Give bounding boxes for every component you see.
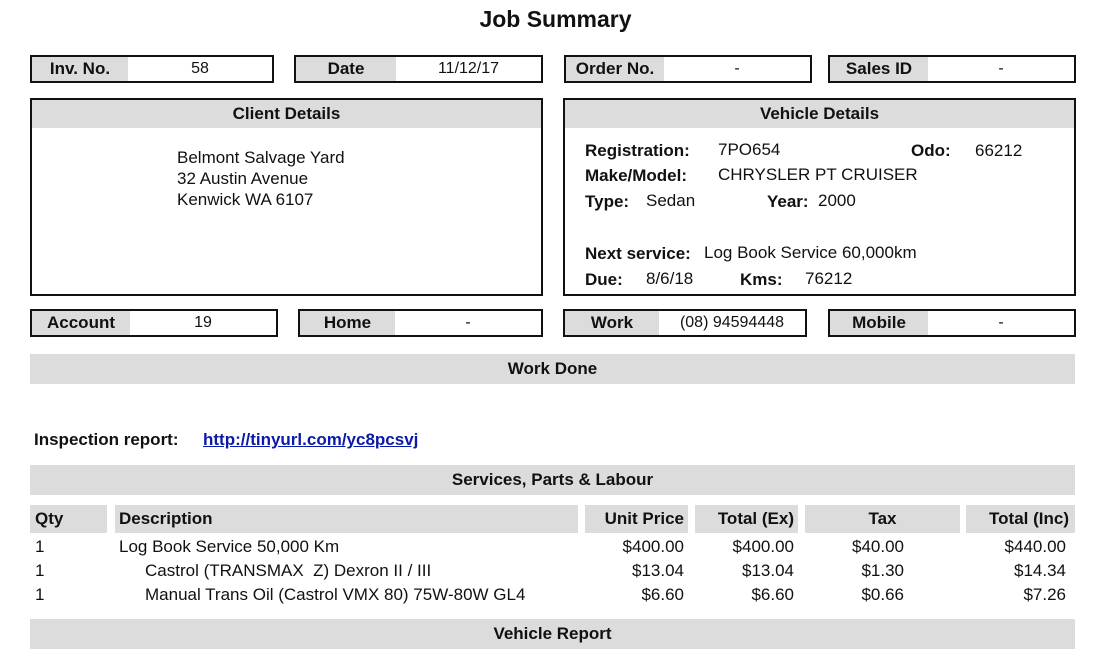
table-row-tax: $1.30 [861,561,904,580]
column-header-description: Description [115,505,578,533]
mobile-phone-value: - [998,314,1004,331]
type-label: Type: [585,192,630,211]
kms-value: 76212 [805,269,853,288]
work-done-heading: Work Done [30,354,1075,384]
table-row-total-inc: $7.26 [1023,585,1066,604]
column-header-total-inc: Total (Inc) [966,505,1075,533]
due-label: Due: [585,270,623,289]
work-phone-value: (08) 94594448 [679,314,785,331]
invoice-number-label: Inv. No. [32,57,128,81]
table-row-unit-price: $13.04 [632,561,684,580]
page-title: Job Summary [479,6,632,32]
sales-id-box: Sales ID - [828,55,1076,83]
table-row-unit-price: $400.00 [622,537,684,556]
column-header-qty: Qty [30,505,107,533]
home-phone-box: Home - [298,309,543,337]
column-header-unit-price: Unit Price [585,505,688,533]
column-header-total-ex: Total (Ex) [695,505,798,533]
due-value: 8/6/18 [646,269,694,288]
order-number-box: Order No. - [564,55,812,83]
next-service-value: Log Book Service 60,000km [704,243,917,262]
table-row-total-inc: $14.34 [1014,561,1066,580]
next-service-label: Next service: [585,244,691,263]
client-details-panel: Client Details Belmont Salvage Yard 32 A… [30,98,543,296]
sales-id-value: - [998,60,1004,77]
invoice-number-box: Inv. No. 58 [30,55,274,83]
client-street: 32 Austin Avenue [177,169,309,188]
client-name: Belmont Salvage Yard [177,148,345,167]
services-heading: Services, Parts & Labour [30,465,1075,495]
account-value: 19 [194,314,212,331]
table-row-total-ex: $6.60 [751,585,794,604]
date-value: 11/12/17 [437,60,500,77]
inspection-report-link[interactable]: http://tinyurl.com/yc8pcsvj [203,430,418,450]
registration-value: 7PO654 [718,140,781,159]
table-row-unit-price: $6.60 [641,585,684,604]
table-row-total-ex: $13.04 [742,561,794,580]
home-phone-label: Home [300,311,395,335]
vehicle-details-panel: Vehicle Details Registration: 7PO654 Odo… [563,98,1076,296]
account-box: Account 19 [30,309,278,337]
type-value: Sedan [646,191,696,210]
sales-id-label: Sales ID [830,57,928,81]
date-label: Date [296,57,396,81]
kms-label: Kms: [740,270,783,289]
table-row-description: Manual Trans Oil (Castrol VMX 80) 75W-80… [145,585,526,604]
table-row-description: Castrol (TRANSMAX Z) Dexron II / III [145,561,432,580]
inspection-report-label: Inspection report: [34,430,179,449]
table-row-description: Log Book Service 50,000 Km [119,537,340,556]
odo-value: 66212 [975,141,1023,160]
mobile-phone-box: Mobile - [828,309,1076,337]
client-suburb: Kenwick WA 6107 [177,190,314,209]
make-model-label: Make/Model: [585,166,688,185]
table-row-total-inc: $440.00 [1004,537,1066,556]
account-label: Account [32,311,130,335]
registration-label: Registration: [585,141,690,160]
vehicle-report-heading: Vehicle Report [30,619,1075,649]
work-phone-label: Work [565,311,659,335]
table-row-qty: 1 [35,537,45,556]
order-number-label: Order No. [566,57,664,81]
client-details-heading: Client Details [32,100,541,128]
vehicle-details-heading: Vehicle Details [565,100,1074,128]
odo-label: Odo: [911,141,951,160]
work-phone-box: Work (08) 94594448 [563,309,807,337]
column-header-tax: Tax [805,505,960,533]
date-box: Date 11/12/17 [294,55,543,83]
table-row-qty: 1 [35,585,45,604]
table-row-tax: $40.00 [852,537,904,556]
table-row-tax: $0.66 [861,585,904,604]
order-number-value: - [734,60,740,77]
make-model-value: CHRYSLER PT CRUISER [718,165,918,184]
home-phone-value: - [465,314,471,331]
year-value: 2000 [818,191,856,210]
year-label: Year: [767,192,809,211]
mobile-phone-label: Mobile [830,311,928,335]
table-row-qty: 1 [35,561,45,580]
invoice-number-value: 58 [191,60,209,77]
table-row-total-ex: $400.00 [732,537,794,556]
